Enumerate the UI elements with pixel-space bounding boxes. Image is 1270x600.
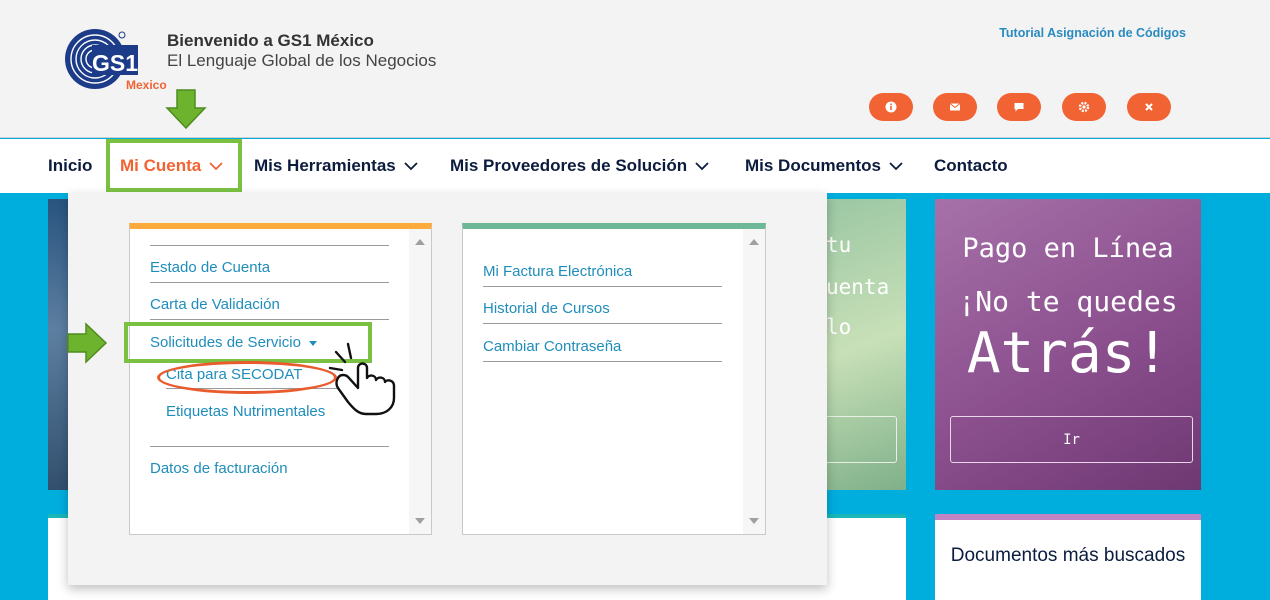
settings-icon <box>1078 101 1090 113</box>
nav-label: Contacto <box>934 156 1008 175</box>
chat-icon <box>1014 103 1024 112</box>
tagline: El Lenguaje Global de los Negocios <box>167 51 437 70</box>
gs1-logo[interactable]: GS1 Mexico <box>64 27 174 97</box>
logo-sub: Mexico <box>126 78 167 92</box>
scrollbar[interactable] <box>743 229 765 534</box>
nav-contacto[interactable]: Contacto <box>934 139 1008 193</box>
mi-cuenta-highlight <box>106 139 242 192</box>
close-button[interactable] <box>1127 93 1171 121</box>
docs-title: Documentos más buscados <box>950 545 1186 566</box>
info-button[interactable] <box>869 93 913 121</box>
scroll-up-icon[interactable] <box>415 239 425 245</box>
pay-ir-button[interactable]: Ir <box>950 416 1193 463</box>
welcome-title: Bienvenido a GS1 México <box>167 31 374 50</box>
scroll-down-icon[interactable] <box>749 518 759 524</box>
pay-line-3: Atrás! <box>966 321 1170 386</box>
scrollbar[interactable] <box>409 229 431 534</box>
nav-mis-herramientas[interactable]: Mis Herramientas <box>254 139 418 193</box>
menu-carta-de-validacion[interactable]: Carta de Validación <box>150 296 280 313</box>
banner-text: uenta <box>826 275 890 299</box>
divider <box>150 446 389 447</box>
documentos-card: Documentos más buscados <box>935 514 1201 600</box>
divider <box>483 361 722 362</box>
menu-etiquetas-nutrimentales[interactable]: Etiquetas Nutrimentales <box>166 403 325 420</box>
menu-estado-de-cuenta[interactable]: Estado de Cuenta <box>150 259 270 276</box>
right-arrow-annotation <box>66 322 108 369</box>
menu-cambiar-contrasena[interactable]: Cambiar Contraseña <box>483 338 621 355</box>
nav-inicio[interactable]: Inicio <box>48 139 92 193</box>
chat-button[interactable] <box>997 93 1041 121</box>
chevron-down-icon <box>404 156 418 176</box>
pago-en-linea-card: Pago en Línea ¡No te quedes Atrás! Ir <box>935 199 1201 490</box>
banner-button-edge[interactable] <box>826 416 897 463</box>
menu-datos-de-facturacion[interactable]: Datos de facturación <box>150 460 288 477</box>
pay-line-2: ¡No te quedes <box>958 285 1178 318</box>
nav-label: Inicio <box>48 156 93 175</box>
dropdown-panel-right: Mi Factura Electrónica Historial de Curs… <box>462 223 766 535</box>
close-icon <box>1145 103 1153 111</box>
banner-text: tu <box>826 233 852 257</box>
nav-mis-proveedores[interactable]: Mis Proveedores de Solución <box>450 139 709 193</box>
chevron-down-icon <box>889 156 903 176</box>
divider <box>483 286 722 287</box>
nav-mis-documentos[interactable]: Mis Documentos <box>745 139 903 193</box>
mail-icon <box>949 103 961 111</box>
scroll-up-icon[interactable] <box>749 239 759 245</box>
settings-button[interactable] <box>1062 93 1106 121</box>
pointing-hand-icon <box>328 340 400 421</box>
nav-label: Mis Documentos <box>745 156 882 175</box>
secodat-circle-annotation <box>157 361 337 394</box>
menu-historial-de-cursos[interactable]: Historial de Cursos <box>483 300 610 317</box>
mail-button[interactable] <box>933 93 977 121</box>
logo-text: GS1 <box>92 50 138 76</box>
chevron-down-icon <box>695 156 709 176</box>
banner-text: lo <box>826 315 852 339</box>
divider <box>150 245 389 246</box>
pay-line-1: Pago en Línea <box>962 233 1174 264</box>
down-arrow-annotation <box>165 88 207 135</box>
divider <box>483 323 722 324</box>
divider <box>150 282 389 283</box>
info-icon <box>885 101 897 113</box>
divider <box>150 319 389 320</box>
menu-mi-factura-electronica[interactable]: Mi Factura Electrónica <box>483 263 632 280</box>
nav-label: Mis Proveedores de Solución <box>450 156 688 175</box>
tutorial-link[interactable]: Tutorial Asignación de Códigos <box>999 26 1186 40</box>
banner-card-middle: tu uenta lo <box>826 199 906 490</box>
nav-label: Mis Herramientas <box>254 156 396 175</box>
scroll-down-icon[interactable] <box>415 518 425 524</box>
